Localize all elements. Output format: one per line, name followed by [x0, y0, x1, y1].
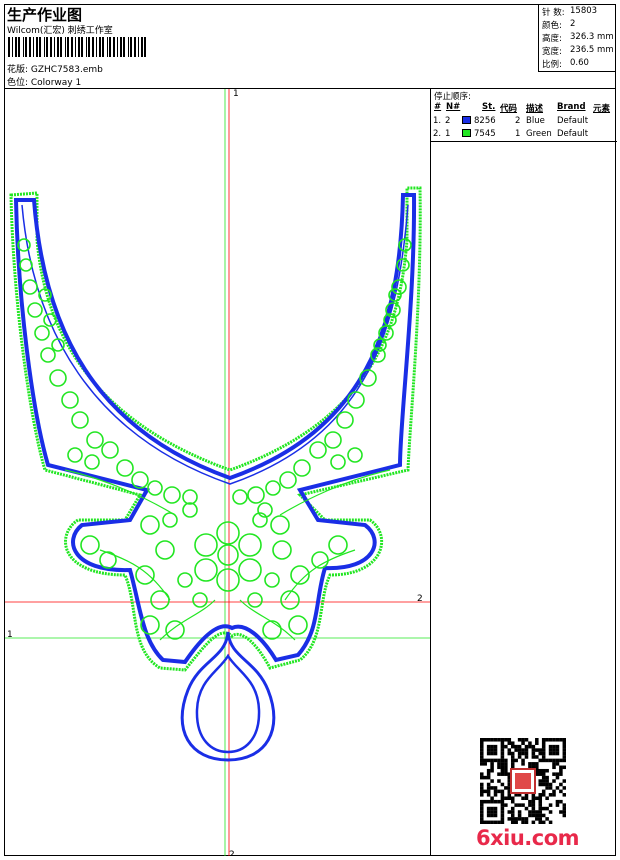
axis-v1-label: 1	[233, 89, 239, 99]
stat-colors: 颜色: 2	[542, 19, 576, 31]
watermark-logo: 6xiu.com	[476, 826, 580, 850]
stats-panel: 针 数: 15803 颜色: 2 高度: 326.3 mm 宽度: 236.5 mm 比…	[538, 4, 616, 72]
blue-collar-inner	[21, 204, 409, 485]
decor-circle	[264, 572, 280, 588]
col-st: St.	[482, 102, 496, 112]
decor-circle	[34, 325, 50, 341]
floral-circles	[17, 238, 412, 640]
sequence-divider	[431, 141, 617, 142]
qr-code	[480, 738, 566, 824]
studio-name: Wilcom(汇宏) 刺绣工作室	[7, 26, 113, 36]
pendant-outer	[180, 631, 276, 762]
decor-circle	[163, 486, 181, 504]
row1-num: 1.	[433, 116, 442, 126]
decor-circle	[324, 431, 342, 449]
decor-circle	[270, 515, 290, 535]
decor-circle	[347, 447, 363, 463]
stat-height: 高度: 326.3 mm	[542, 32, 614, 44]
decor-circle	[182, 489, 198, 505]
row2-code: 1	[515, 129, 521, 139]
axis-h2-label: 2	[417, 594, 423, 604]
row1-color-swatch	[462, 116, 471, 124]
decor-circle	[232, 489, 248, 505]
axis-v2-label: 2	[229, 850, 235, 856]
decor-circle	[262, 620, 282, 640]
decor-circle	[51, 338, 65, 352]
decor-circle	[265, 480, 281, 496]
decor-circle	[135, 565, 155, 585]
decor-circle	[49, 369, 67, 387]
col-n: N#	[446, 102, 461, 112]
row2-num: 2.	[433, 129, 442, 139]
row2-brand: Default	[557, 129, 589, 139]
col-brand: Brand	[557, 102, 586, 112]
row1-st: 8256	[474, 116, 496, 126]
decor-circle	[140, 515, 160, 535]
decor-circle	[155, 540, 175, 560]
page-title: 生产作业图	[7, 6, 83, 24]
center-flower	[194, 521, 262, 592]
decor-circle	[40, 347, 56, 363]
colorway: 色位: Colorway 1	[7, 78, 82, 88]
stat-scale: 比例: 0.60	[542, 58, 589, 70]
decor-circle	[131, 471, 149, 489]
decor-circle	[86, 431, 104, 449]
row1-code: 2	[515, 116, 521, 126]
decor-circle	[101, 441, 119, 459]
decor-circle	[247, 592, 263, 608]
decor-circle	[19, 258, 33, 272]
pendant-inner	[195, 653, 261, 754]
stat-stitches: 针 数: 15803	[542, 6, 598, 18]
decor-circle	[288, 615, 308, 635]
decor-circle	[80, 535, 100, 555]
row2-desc: Green	[526, 129, 552, 139]
decor-circle	[71, 411, 89, 429]
blue-collar-outline	[13, 193, 417, 665]
barcode	[8, 37, 146, 57]
decor-circle	[22, 279, 38, 295]
decor-circle	[116, 459, 134, 477]
row1-brand: Default	[557, 116, 589, 126]
embroidery-canvas: 1 2 2 1	[5, 89, 430, 856]
row1-desc: Blue	[526, 116, 545, 126]
axis-h1-label: 1	[7, 630, 13, 640]
decor-circle	[192, 592, 208, 608]
decor-circle	[336, 411, 354, 429]
design-file: 花版: GZHC7583.emb	[7, 65, 103, 75]
green-outer-outline	[9, 186, 422, 672]
decor-circle	[309, 441, 327, 459]
decor-circle	[61, 391, 79, 409]
stop-sequence-title: 停止顺序:	[434, 92, 471, 102]
col-num: #	[434, 102, 442, 112]
col-elem: 元素	[593, 104, 611, 114]
col-desc: 描述	[526, 104, 544, 114]
decor-circle	[272, 540, 292, 560]
row2-color-swatch	[462, 129, 471, 137]
decor-circle	[182, 502, 198, 518]
decor-circle	[27, 302, 43, 318]
row2-n: 1	[445, 129, 451, 139]
stat-width: 宽度: 236.5 mm	[542, 45, 614, 57]
decor-circle	[247, 486, 265, 504]
row2-st: 7545	[474, 129, 496, 139]
decor-circle	[177, 572, 193, 588]
decor-circle	[17, 238, 31, 252]
decor-circle	[67, 447, 83, 463]
decor-circle	[84, 454, 100, 470]
row1-n: 2	[445, 116, 451, 126]
vine-lines	[64, 469, 391, 641]
decor-circle	[330, 454, 346, 470]
col-code: 代码	[500, 104, 518, 114]
decor-circle	[293, 459, 311, 477]
decor-circle	[279, 471, 297, 489]
decor-circle	[328, 535, 348, 555]
decor-circle	[147, 480, 163, 496]
